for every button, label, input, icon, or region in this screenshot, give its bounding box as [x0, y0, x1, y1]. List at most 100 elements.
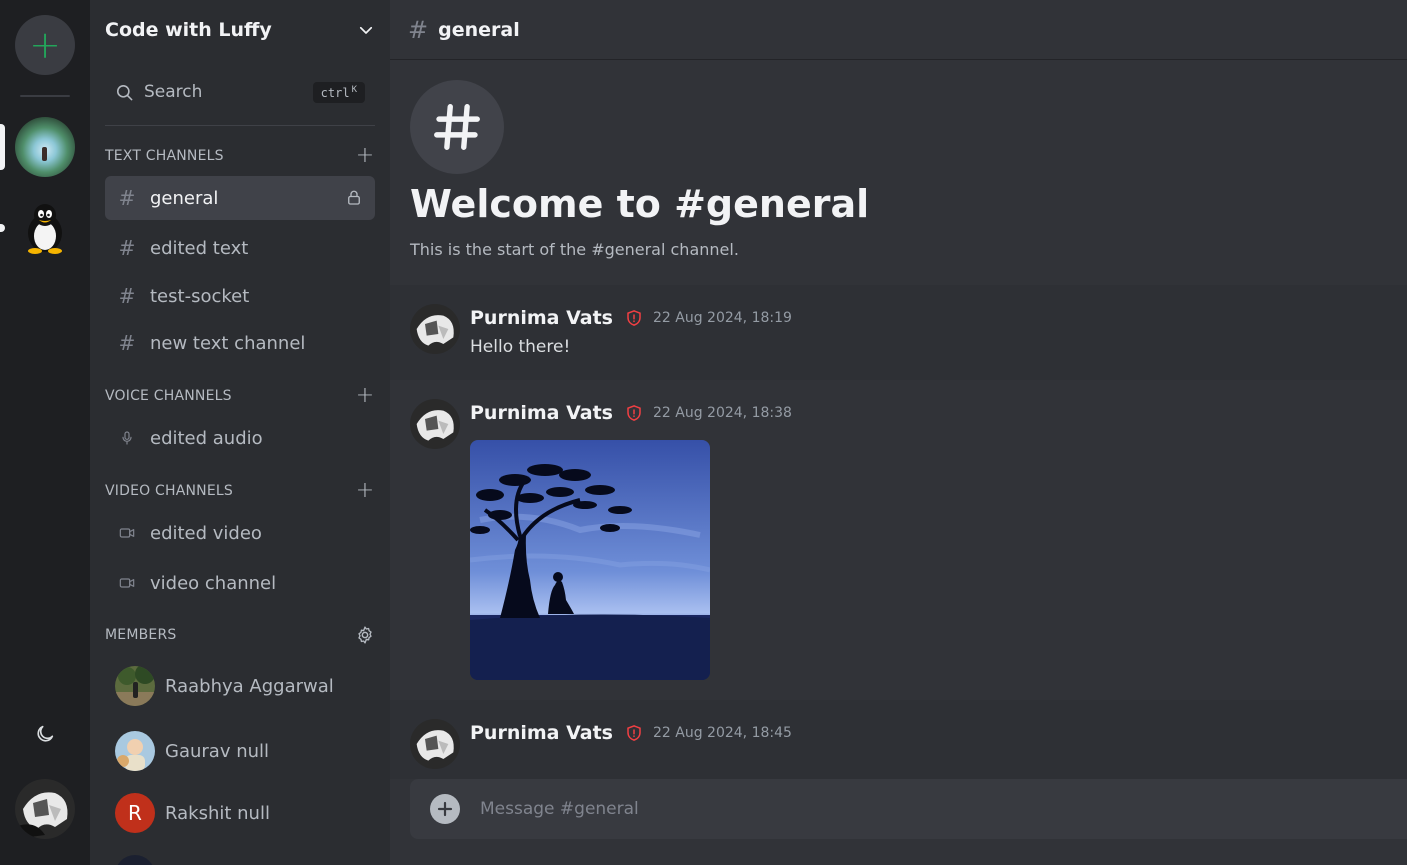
- search-label: Search: [144, 82, 203, 102]
- author-avatar[interactable]: [410, 719, 460, 769]
- member-name: Gaurav null: [165, 740, 270, 762]
- active-server-indicator: [0, 124, 5, 170]
- image-attachment[interactable]: [470, 440, 710, 680]
- member-avatar-partial: [115, 855, 155, 865]
- member-item[interactable]: R Rakshit null: [115, 788, 375, 838]
- server-header-button[interactable]: Code with Luffy: [90, 0, 390, 60]
- penguin-icon: [28, 204, 62, 254]
- channel-sidebar: Code with Luffy Search ctrl K TEXT CHANNE…: [90, 0, 390, 865]
- admin-shield-icon: [625, 404, 643, 422]
- search-button[interactable]: Search ctrl K: [105, 72, 375, 112]
- video-channels-header: VIDEO CHANNELS +: [105, 480, 375, 502]
- search-icon: [116, 84, 133, 100]
- channel-test-socket[interactable]: # test-socket: [105, 274, 375, 318]
- message-timestamp: 22 Aug 2024, 18:45: [652, 725, 792, 741]
- channel-label: video channel: [150, 572, 277, 594]
- message-meta: Purnima Vats 22 Aug 2024, 18:38: [470, 402, 792, 424]
- channel-new-text-channel[interactable]: # new text channel: [105, 321, 375, 365]
- shortcut-key: ctrl: [320, 85, 350, 100]
- channel-label: new text channel: [150, 332, 306, 354]
- hash-icon: #: [118, 331, 136, 355]
- message-input[interactable]: [480, 799, 1387, 819]
- current-user-avatar[interactable]: [15, 779, 75, 839]
- member-item[interactable]: Gaurav null: [115, 726, 375, 776]
- section-title: VOICE CHANNELS: [105, 388, 232, 404]
- section-title: TEXT CHANNELS: [105, 148, 224, 164]
- author-avatar[interactable]: [410, 304, 460, 354]
- gear-icon[interactable]: [355, 625, 375, 645]
- section-title: VIDEO CHANNELS: [105, 483, 233, 499]
- hash-icon: #: [118, 284, 136, 308]
- author-name[interactable]: Purnima Vats: [470, 307, 613, 329]
- theme-toggle-button[interactable]: [30, 719, 60, 749]
- user-avatar-image: [15, 779, 75, 839]
- tree-meditation-image: [470, 440, 710, 680]
- plus-icon: [437, 801, 453, 817]
- admin-shield-icon: [625, 724, 643, 742]
- server-rail: +: [0, 0, 90, 865]
- server-name: Code with Luffy: [105, 19, 272, 41]
- hash-icon: #: [118, 236, 136, 260]
- channel-label: test-socket: [150, 285, 250, 307]
- add-video-channel-button[interactable]: +: [355, 480, 375, 502]
- channel-edited-video[interactable]: edited video: [105, 511, 375, 555]
- message-meta: Purnima Vats 22 Aug 2024, 18:45: [470, 722, 792, 744]
- member-name: Rakshit null: [165, 802, 270, 824]
- sidebar-divider: [105, 125, 375, 126]
- member-item[interactable]: Raabhya Aggarwal: [115, 661, 375, 711]
- hash-icon: #: [118, 186, 136, 210]
- rail-divider: [20, 95, 70, 97]
- add-voice-channel-button[interactable]: +: [355, 385, 375, 407]
- moon-icon: [37, 725, 54, 742]
- text-channels-header: TEXT CHANNELS +: [105, 145, 375, 167]
- message-item[interactable]: Purnima Vats 22 Aug 2024, 18:19 Hello th…: [390, 285, 1407, 380]
- message-text: Hello there!: [470, 337, 571, 357]
- channel-label: edited video: [150, 522, 262, 544]
- channel-header: # general: [390, 0, 1407, 60]
- channel-edited-text[interactable]: # edited text: [105, 226, 375, 270]
- admin-shield-icon: [625, 309, 643, 327]
- hash-icon: [434, 104, 480, 150]
- member-avatar: R: [115, 793, 155, 833]
- message-timestamp: 22 Aug 2024, 18:19: [652, 310, 792, 326]
- channel-general[interactable]: # general: [105, 176, 375, 220]
- author-name[interactable]: Purnima Vats: [470, 402, 613, 424]
- message-composer: [410, 779, 1407, 839]
- video-camera-icon: [117, 575, 137, 591]
- plus-icon: +: [29, 23, 61, 67]
- video-camera-icon: [117, 525, 137, 541]
- attach-plus-button[interactable]: [430, 794, 460, 824]
- server-icon-penguin[interactable]: [15, 197, 75, 257]
- app-window: + Code with Luffy Search ctrl K TEXT CHA…: [0, 0, 1407, 865]
- author-avatar[interactable]: [410, 399, 460, 449]
- channel-video-channel[interactable]: video channel: [105, 561, 375, 605]
- member-name: Raabhya Aggarwal: [165, 675, 334, 697]
- hash-icon: #: [408, 15, 429, 44]
- message-meta: Purnima Vats 22 Aug 2024, 18:19: [470, 307, 792, 329]
- message-timestamp: 22 Aug 2024, 18:38: [652, 405, 792, 421]
- server-icon-tree[interactable]: [15, 117, 75, 177]
- channel-label: edited audio: [150, 427, 263, 449]
- add-text-channel-button[interactable]: +: [355, 145, 375, 167]
- message-item[interactable]: Purnima Vats 22 Aug 2024, 18:45: [390, 700, 1407, 779]
- welcome-title: Welcome to #general: [410, 182, 870, 226]
- channel-hash-badge: [410, 80, 504, 174]
- author-name[interactable]: Purnima Vats: [470, 722, 613, 744]
- member-avatar: [115, 731, 155, 771]
- section-title: MEMBERS: [105, 627, 177, 643]
- server-unread-indicator: [0, 224, 5, 232]
- lock-icon[interactable]: [345, 189, 363, 207]
- voice-channels-header: VOICE CHANNELS +: [105, 385, 375, 407]
- chat-panel: # general Welcome to #general This is th…: [390, 0, 1407, 865]
- add-server-button[interactable]: +: [15, 15, 75, 75]
- search-shortcut-badge: ctrl K: [312, 81, 365, 103]
- member-avatar: [115, 666, 155, 706]
- channel-title: general: [438, 18, 520, 41]
- microphone-icon: [117, 429, 137, 447]
- channel-label: edited text: [150, 237, 249, 259]
- shortcut-letter: K: [351, 84, 357, 95]
- chevron-down-icon: [359, 26, 373, 34]
- channel-label: general: [150, 187, 219, 209]
- welcome-subtitle: This is the start of the #general channe…: [410, 240, 739, 259]
- channel-edited-audio[interactable]: edited audio: [105, 416, 375, 460]
